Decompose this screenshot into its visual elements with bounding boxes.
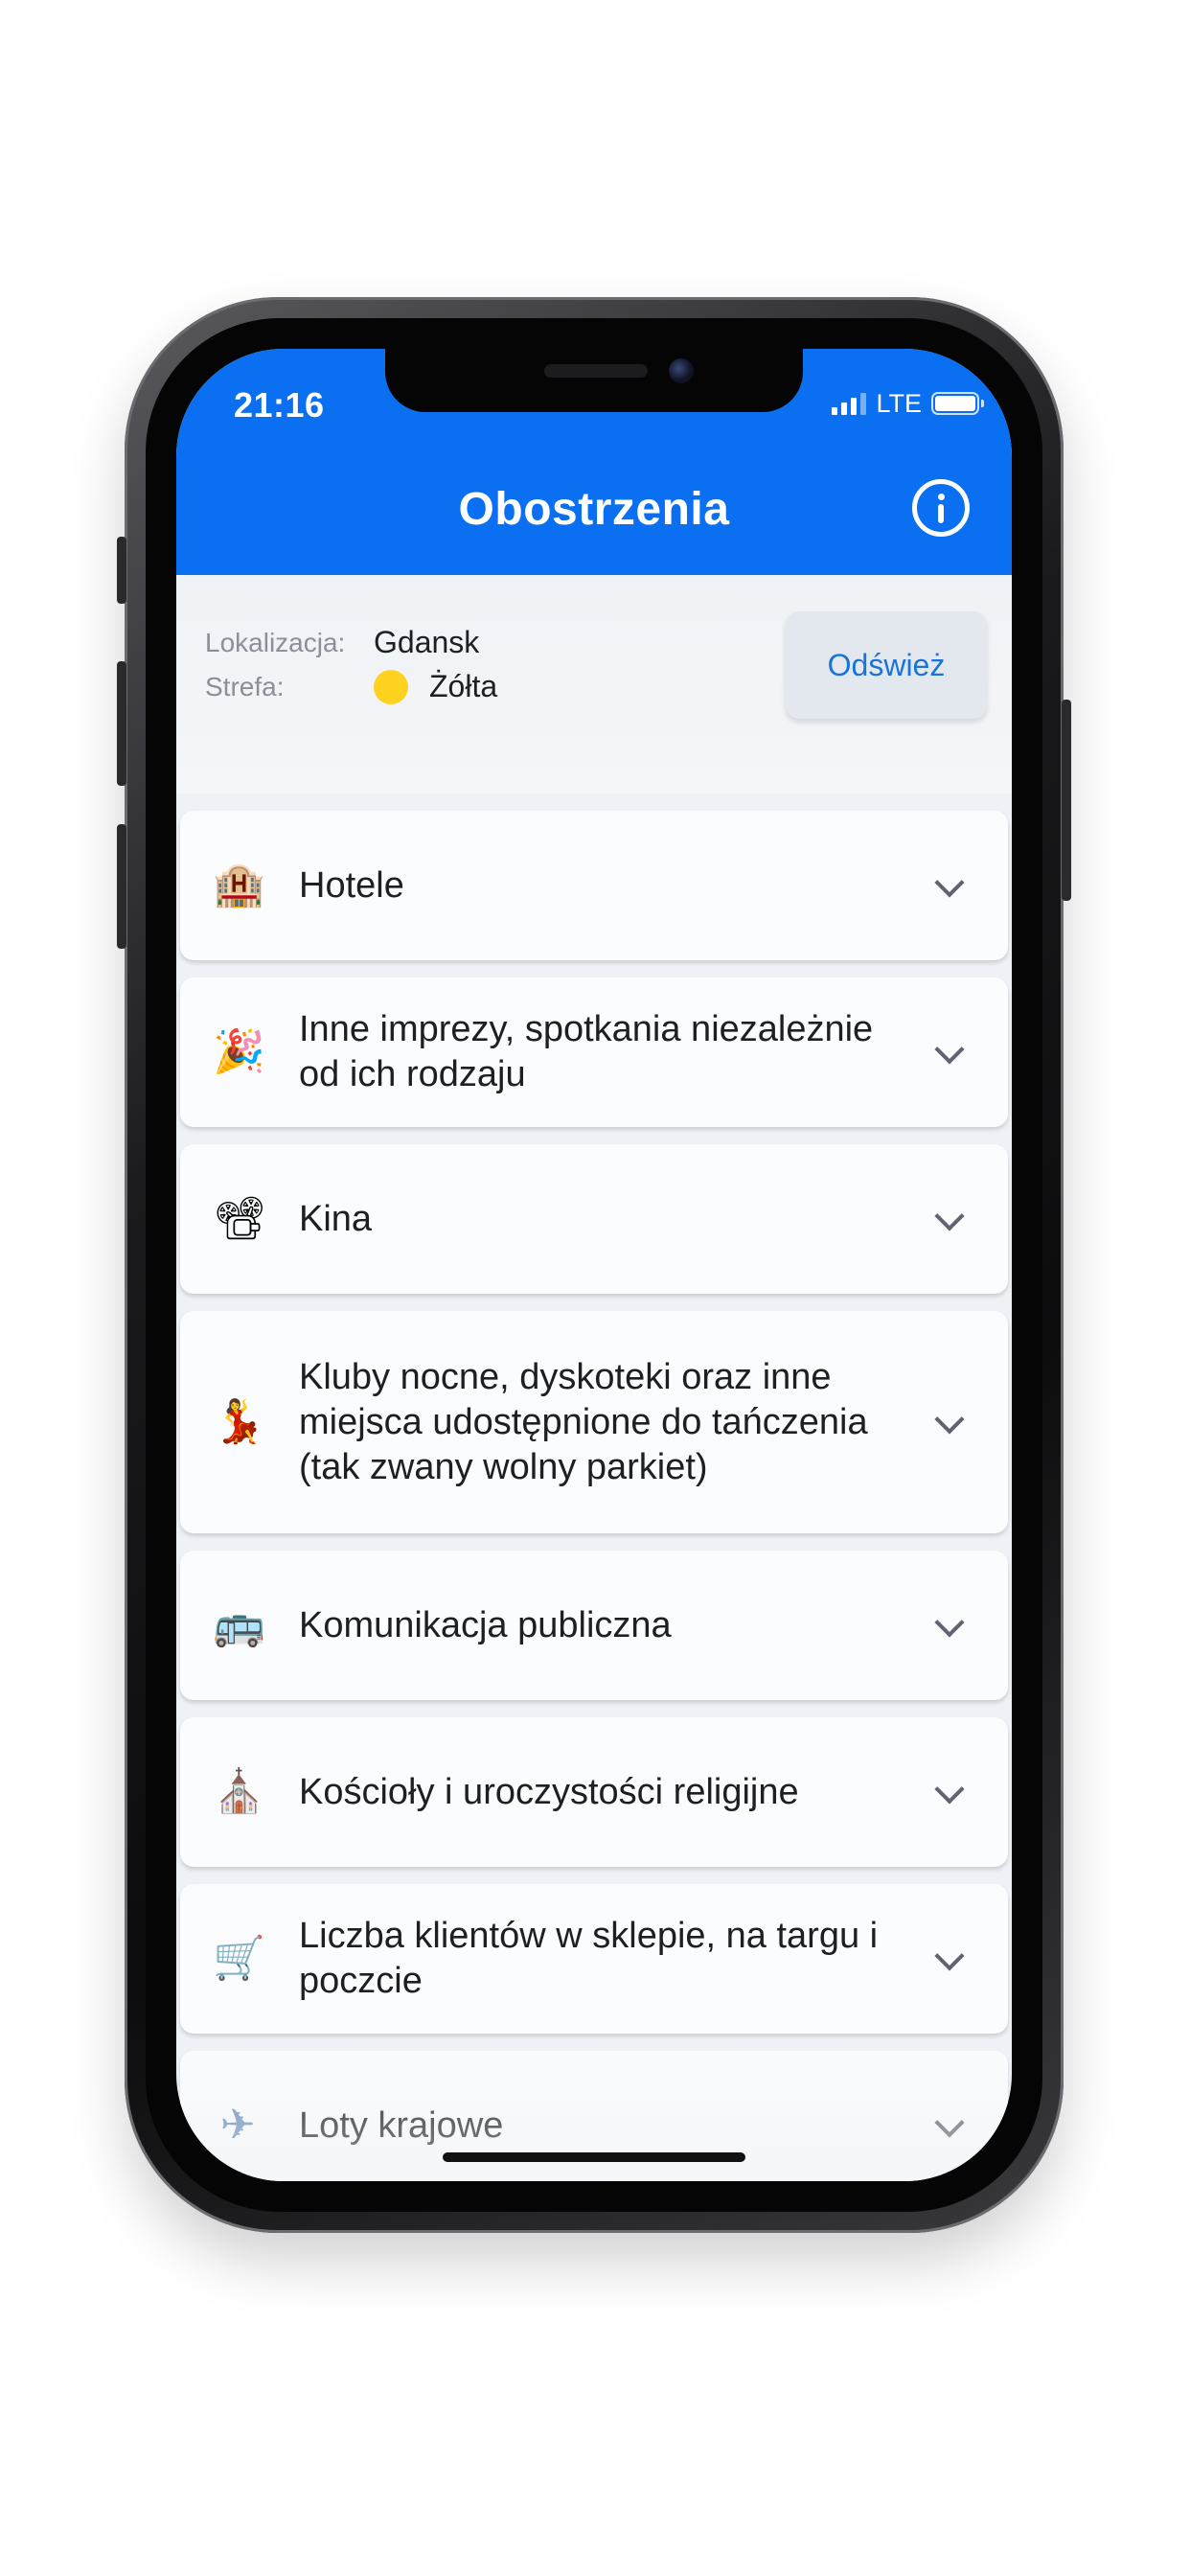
chevron-down-icon [934,2107,965,2138]
chevron-down-icon [934,1201,965,1231]
volume-down-button [117,824,126,949]
list-item-label: Loty krajowe [299,2104,504,2146]
page-title: Obostrzenia [458,484,730,535]
hotel-icon: 🏨 [213,861,265,909]
volume-up-button [117,661,126,786]
list-item-label: Kluby nocne, dyskoteki oraz inne miejsca… [299,1356,868,1487]
bus-icon: 🚌 [213,1600,265,1649]
home-indicator[interactable] [443,2152,745,2162]
info-icon[interactable] [912,479,970,537]
chevron-down-icon [934,1607,965,1638]
location-label: Lokalizacja: [205,627,346,657]
zone-value: Żółta [429,669,498,703]
notch [385,349,803,412]
list-item-kina[interactable]: 📽 Kina [180,1144,1008,1294]
chevron-down-icon [934,867,965,898]
chevron-down-icon [934,1034,965,1065]
chevron-down-icon [934,1941,965,1971]
zone-row: Strefa: Żółta [205,669,497,704]
front-camera [669,358,694,383]
chevron-down-icon [934,1404,965,1435]
list-item-label: Inne imprezy, spotkania niezależnie od i… [299,1009,874,1094]
list-item-hotele[interactable]: 🏨 Hotele [180,811,1008,960]
zone-color-dot [374,669,408,704]
shopping-cart-icon: 🛒 [213,1934,265,1983]
list-item-label: Kina [299,1198,373,1239]
church-icon: ⛪ [213,1767,265,1816]
signal-icon [832,392,867,415]
network-type: LTE [876,388,922,418]
restrictions-list: 🏨 Hotele 🎉 Inne imprezy, spotkania nieza… [180,811,1008,2181]
dancer-icon: 💃 [213,1397,265,1446]
location-value: Gdansk [374,625,480,659]
list-item-komunikacja[interactable]: 🚌 Komunikacja publiczna [180,1551,1008,1700]
list-item-koscioly[interactable]: ⛪ Kościoły i uroczystości religijne [180,1717,1008,1867]
speaker-grille [544,364,648,378]
location-panel: Lokalizacja: Gdansk Strefa: Żółta Odświe… [176,575,1012,794]
chevron-down-icon [934,1774,965,1805]
power-button [1062,700,1071,901]
list-item-kluby[interactable]: 💃 Kluby nocne, dyskoteki oraz inne miejs… [180,1311,1008,1533]
phone-frame: 21:16 LTE Obostrzenia Lokalizacja: Gdans… [117,297,1071,2233]
zone-label: Strefa: [205,671,285,702]
app-screen: 21:16 LTE Obostrzenia Lokalizacja: Gdans… [176,349,1012,2181]
refresh-button[interactable]: Odśwież [786,611,987,719]
film-projector-icon: 📽 [213,1194,266,1243]
list-item-klienci[interactable]: 🛒 Liczba klientów w sklepie, na targu i … [180,1884,1008,2034]
list-item-label: Kościoły i uroczystości religijne [299,1771,799,1812]
mute-switch [117,537,126,604]
location-row: Lokalizacja: Gdansk [205,625,479,660]
list-item-label: Komunikacja publiczna [299,1604,672,1645]
status-time: 21:16 [234,385,325,425]
list-item-label: Liczba klientów w sklepie, na targu i po… [299,1916,879,2001]
status-indicators: LTE [832,388,984,418]
battery-icon [931,392,984,415]
party-popper-icon: 🎉 [213,1027,265,1076]
list-item-imprezy[interactable]: 🎉 Inne imprezy, spotkania niezależnie od… [180,978,1008,1127]
list-item-label: Hotele [299,864,404,906]
airplane-icon: ✈ [219,2101,256,2150]
